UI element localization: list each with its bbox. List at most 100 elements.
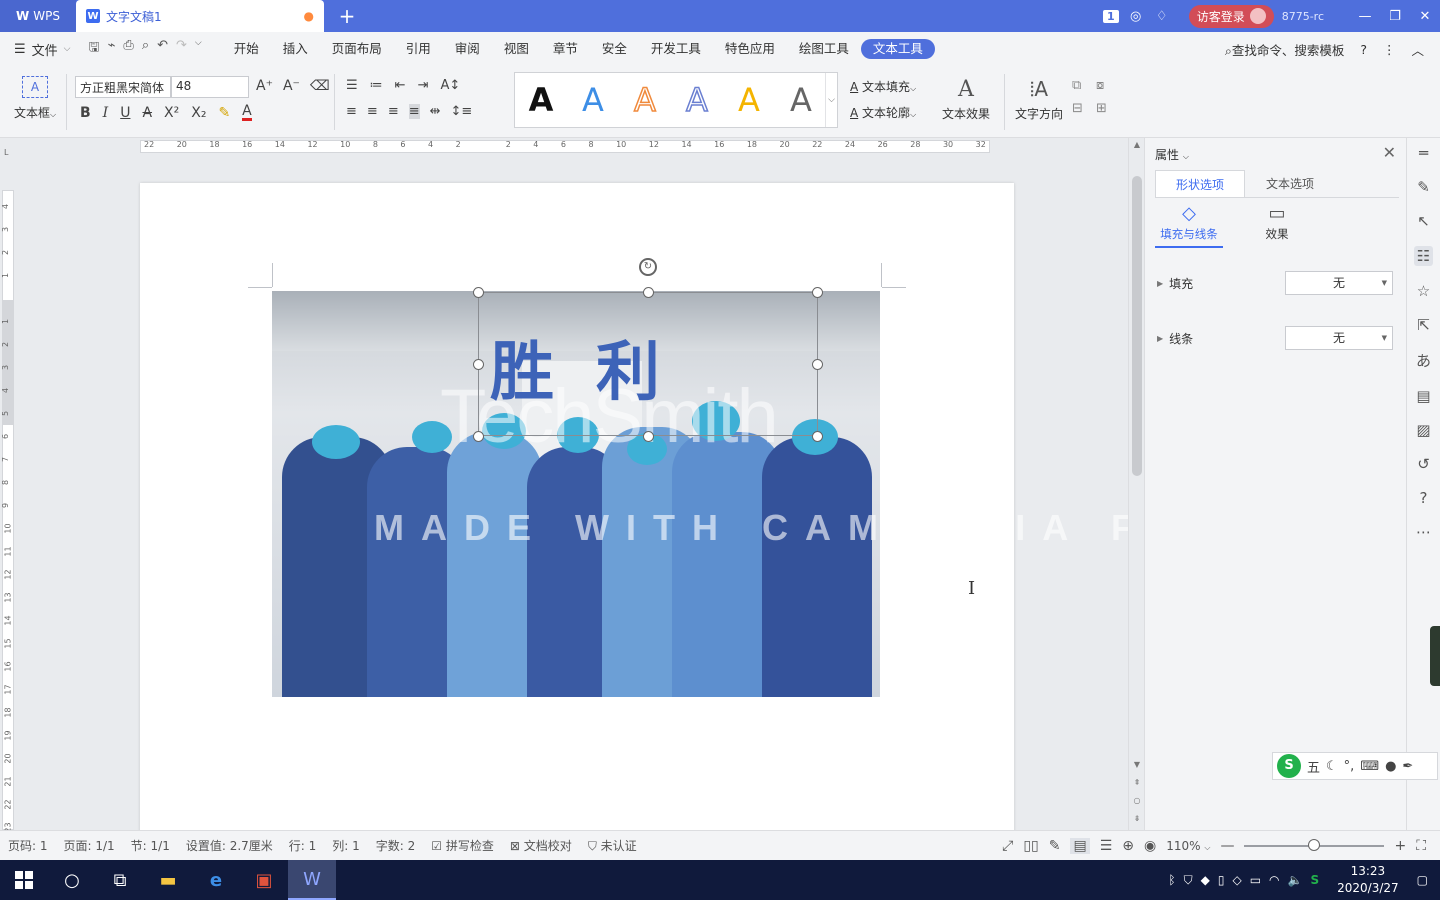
outline-view-icon[interactable]: ☰ <box>1100 838 1113 854</box>
camtasia-icon[interactable]: ▣ <box>240 860 288 900</box>
break-link-icon[interactable]: ⧇ <box>1096 78 1120 93</box>
select-browse-icon[interactable]: ○ <box>1129 796 1145 805</box>
collapse-panel-icon[interactable]: ═ <box>1419 144 1428 162</box>
print-preview-icon[interactable]: ⌕ <box>142 38 149 60</box>
archive-icon[interactable]: ▤ <box>1416 387 1430 405</box>
usb-icon[interactable]: ▯ <box>1218 873 1225 887</box>
numbered-list-icon[interactable]: ≔ <box>370 78 383 93</box>
wrench-icon[interactable]: ✒ <box>1402 759 1413 774</box>
create-link-icon[interactable]: ⧉ <box>1072 78 1096 93</box>
line-spacing-icon[interactable]: ↕≡ <box>451 104 473 119</box>
pen-icon[interactable]: ✎ <box>1417 178 1430 196</box>
sogou-logo-icon[interactable]: S <box>1277 754 1301 778</box>
customize-chevron-icon[interactable]: ⌵ <box>195 38 202 60</box>
image-icon[interactable]: ▨ <box>1416 421 1430 439</box>
close-icon[interactable]: ✕ <box>1383 143 1396 162</box>
distribute-icon[interactable]: ⇹ <box>430 104 441 119</box>
underline-icon[interactable]: U <box>120 105 130 121</box>
web-view-icon[interactable]: ⊕ <box>1122 838 1134 854</box>
auth-status[interactable]: ⛉ 未认证 <box>588 837 637 854</box>
menu-review[interactable]: 审阅 <box>443 39 492 59</box>
bullet-list-icon[interactable]: ☰ <box>346 78 358 93</box>
wps-writer-icon[interactable]: W <box>288 860 336 900</box>
keyboard-icon[interactable]: ⌨ <box>1360 759 1379 774</box>
subtab-effect[interactable]: ▭ 效果 <box>1243 202 1311 248</box>
file-menu[interactable]: ☰ 文件 ⌵ <box>14 40 71 59</box>
tab-shape-options[interactable]: 形状选项 <box>1155 170 1245 197</box>
format-painter-icon[interactable]: ⌁ <box>108 38 116 60</box>
increase-indent-icon[interactable]: ⇥ <box>418 78 429 93</box>
status-word-count[interactable]: 字数: 2 <box>376 837 416 854</box>
superscript-icon[interactable]: X² <box>164 105 179 121</box>
document-canvas[interactable]: TechSmith MADE WITH CAMTASIA FREE TRIAL … <box>16 154 1128 830</box>
read-mode-icon[interactable]: ▯▯ <box>1023 838 1038 854</box>
text-direction-button[interactable]: ⦙A 文字方向 <box>1014 76 1064 122</box>
resize-handle-ml[interactable] <box>473 359 484 370</box>
text-outline-button[interactable]: A 文本轮廓⌵ <box>850 104 916 121</box>
wifi-icon[interactable]: ◠ <box>1269 873 1279 887</box>
resize-handle-bl[interactable] <box>473 431 484 442</box>
next-page-icon[interactable]: ⇟ <box>1129 814 1145 823</box>
text-style-gold[interactable]: A <box>723 81 775 119</box>
resize-handle-bm[interactable] <box>643 431 654 442</box>
text-style-blue-outline[interactable]: A <box>671 80 723 120</box>
translate-icon[interactable]: あ <box>1416 350 1431 371</box>
punctuation-icon[interactable]: °, <box>1344 759 1355 774</box>
command-search[interactable]: ⌕查找命令、搜索模板 <box>1225 40 1345 59</box>
vertical-ruler[interactable]: 4 3 2 1 1 2 3 4 5 6 7 8 9 10 11 12 13 14 15 16 17 18 19 20 21 22 2… <box>0 160 16 833</box>
close-window-button[interactable]: ✕ <box>1410 9 1440 24</box>
subscript-icon[interactable]: X₂ <box>191 105 206 121</box>
spellcheck-button[interactable]: ☑ 拼写检查 <box>431 837 494 854</box>
resize-handle-tr[interactable] <box>812 287 823 298</box>
decrease-indent-icon[interactable]: ⇤ <box>395 78 406 93</box>
resize-handle-tm[interactable] <box>643 287 654 298</box>
start-button[interactable] <box>0 860 48 900</box>
align-right-icon[interactable]: ≡ <box>388 104 399 119</box>
font-family-select[interactable]: 方正粗黑宋简体 <box>75 76 171 98</box>
expand-line-icon[interactable]: ▶ <box>1157 334 1163 343</box>
user-icon[interactable]: ● <box>1385 759 1396 774</box>
side-handle[interactable] <box>1430 626 1440 686</box>
align-left-icon[interactable]: ≡ <box>346 104 357 119</box>
grow-font-icon[interactable]: A⁺ <box>256 78 273 94</box>
task-view-icon[interactable]: ⧉ <box>96 860 144 900</box>
window-count-badge[interactable]: 1 <box>1103 9 1119 23</box>
menu-insert[interactable]: 插入 <box>271 39 320 59</box>
file-explorer-icon[interactable]: ▬ <box>144 860 192 900</box>
prev-page-icon[interactable]: ⇞ <box>1129 778 1145 787</box>
gallery-more-icon[interactable]: ⌵ <box>825 73 837 127</box>
text-effect-button[interactable]: A 文本效果 <box>936 78 996 122</box>
zoom-level[interactable]: 110% ⌵ <box>1166 839 1210 853</box>
scroll-down-icon[interactable]: ▼ <box>1129 760 1145 769</box>
system-clock[interactable]: 13:23 2020/3/27 <box>1337 863 1399 897</box>
selected-textbox[interactable] <box>478 292 818 436</box>
italic-icon[interactable]: I <box>103 105 109 121</box>
print-icon[interactable]: ⎙ <box>123 38 133 60</box>
justify-icon[interactable]: ≡ <box>408 104 420 119</box>
cortana-icon[interactable]: ○ <box>48 860 96 900</box>
ime-mode[interactable]: 五 <box>1307 757 1320 776</box>
restore-button[interactable]: ❐ <box>1380 9 1410 24</box>
font-size-select[interactable]: 48 <box>171 76 249 98</box>
star-icon[interactable]: ☆ <box>1417 282 1430 300</box>
battery-icon[interactable]: ▭ <box>1250 873 1261 887</box>
menu-developer[interactable]: 开发工具 <box>639 39 713 59</box>
tab-text-options[interactable]: 文本选项 <box>1245 170 1335 197</box>
text-style-blue[interactable]: A <box>567 81 619 119</box>
collapse-ribbon-icon[interactable]: ︿ <box>1411 40 1424 59</box>
save-icon[interactable]: 🖫 <box>89 38 100 60</box>
text-fill-button[interactable]: A 文本填充⌵ <box>850 78 916 95</box>
group-icon[interactable]: ⊞ <box>1096 101 1120 116</box>
document-tab[interactable]: W 文字文稿1 ● <box>76 0 324 32</box>
share-icon[interactable]: ⇱ <box>1417 316 1430 334</box>
font-color-icon[interactable]: A <box>242 104 252 121</box>
resize-handle-br[interactable] <box>812 431 823 442</box>
network-drive-icon[interactable]: ◇ <box>1232 873 1241 887</box>
menu-text-tools[interactable]: 文本工具 <box>860 39 935 59</box>
shrink-font-icon[interactable]: A⁻ <box>283 78 300 94</box>
rotate-icon[interactable]: ↻ <box>639 258 657 276</box>
sogou-tray-icon[interactable]: S <box>1310 873 1319 887</box>
clear-format-icon[interactable]: ⌫ <box>310 78 330 94</box>
align-center-icon[interactable]: ≡ <box>367 104 378 119</box>
menu-drawing-tools[interactable]: 绘图工具 <box>787 39 861 59</box>
